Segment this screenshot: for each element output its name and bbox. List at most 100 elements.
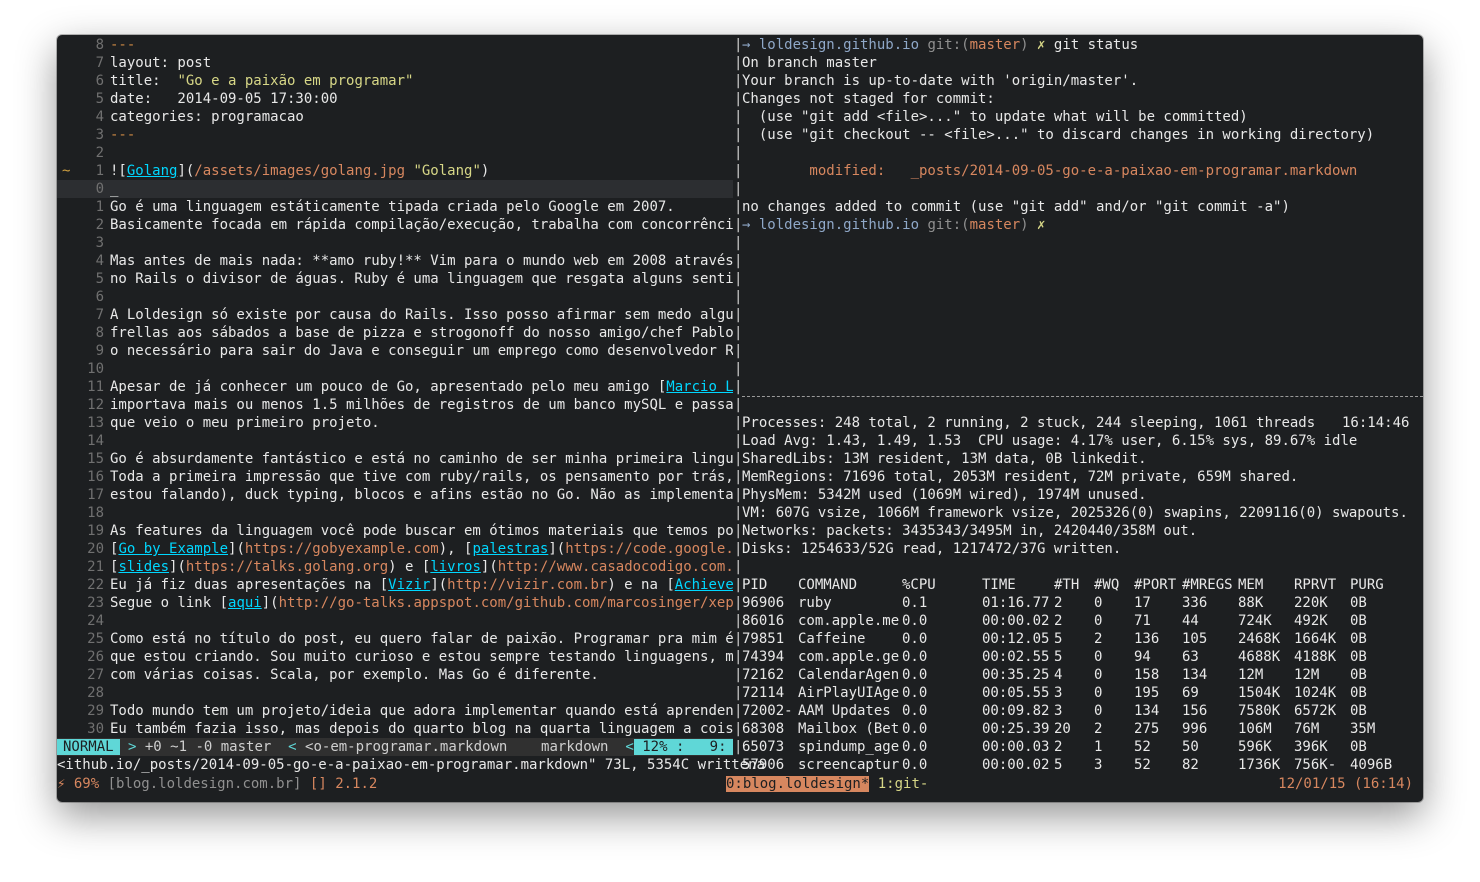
top-process-row: 72002- AAM Updates 0.0 00:09.82 3 0 134 156 7580… — [742, 702, 1423, 720]
top-cell: 6572K — [1294, 703, 1337, 719]
line-number: 19 — [87, 523, 104, 539]
top-cell: 71 — [1134, 613, 1151, 629]
text-segment[interactable]: Golang — [127, 163, 178, 179]
vim-line[interactable]: 21 [slides](https://talks.golang.org) e [… — [57, 558, 733, 576]
text-segment[interactable]: livros — [430, 559, 481, 575]
terminal-window[interactable]: 8 --- 7 layout: post 6 title: "Go e a paixão … — [57, 35, 1423, 802]
text-segment[interactable]: palestras — [472, 541, 548, 557]
text-segment[interactable]: AchieveMore — [675, 577, 733, 593]
text-segment: http://vizir.com.br — [447, 577, 608, 593]
vim-line[interactable]: 23 Segue o link [aqui](http://go-talks.ap… — [57, 594, 733, 612]
vim-line[interactable]: 29 Todo mundo tem um projeto/ideia que ad… — [57, 702, 733, 720]
vim-line[interactable]: 6 title: "Go e a paixão em programar" — [57, 72, 733, 90]
top-cell: 79851 — [742, 631, 785, 647]
top-process-row: 72114 AirPlayUIAge 0.0 00:05.55 3 0 195 69 1504K… — [742, 684, 1423, 702]
top-cell: 72114 — [742, 685, 785, 701]
text-segment: --- — [110, 37, 136, 53]
vim-line[interactable]: 16 Toda a primeira impressão que tive com… — [57, 468, 733, 486]
top-cell: 88K — [1238, 595, 1264, 611]
top-cell: 596K — [1238, 739, 1272, 755]
line-number: 10 — [87, 361, 104, 377]
text-segment: Go é absurdamente fantástico e está no c… — [110, 451, 733, 467]
top-cell: 158 — [1134, 667, 1160, 683]
vim-line[interactable]: 15 Go é absurdamente fantástico e está no… — [57, 450, 733, 468]
line-number: 28 — [87, 685, 104, 701]
top-cell: 00:35.25 — [982, 667, 1050, 683]
vim-line[interactable]: 3 --- — [57, 126, 733, 144]
vim-line[interactable]: 5 no Rails o divisor de águas. Ruby é uma… — [57, 270, 733, 288]
vim-line[interactable]: 24 — [57, 612, 733, 630]
vim-line[interactable]: 19 As features da linguagem você pode bus… — [57, 522, 733, 540]
vim-line[interactable]: 8 frellas aos sábados a base de pizza e s… — [57, 324, 733, 342]
top-cell: 74394 — [742, 649, 785, 665]
top-summary-line: Disks: 1254633/52G read, 1217472/37G wri… — [742, 541, 1122, 557]
vim-line[interactable]: 11 Apesar de já conhecer um pouco de Go, … — [57, 378, 733, 396]
battery-indicator: ⚡ 69% — [57, 776, 100, 792]
git-line: Your branch is up-to-date with 'origin/m… — [742, 72, 1423, 90]
top-cell: 35M — [1350, 721, 1376, 737]
vim-line[interactable]: 7 A Loldesign só existe por causa do Rail… — [57, 306, 733, 324]
vim-line[interactable]: ~1 ![Golang](/assets/images/golang.jpg "G… — [57, 162, 733, 180]
vim-line[interactable]: 13 que veio o meu primeiro projeto. — [57, 414, 733, 432]
text-segment[interactable]: aqui — [228, 595, 262, 611]
vim-line[interactable]: 25 Como está no título do post, eu quero … — [57, 630, 733, 648]
top-cell: 0 — [1094, 667, 1103, 683]
top-cell: 0B — [1350, 649, 1367, 665]
top-cell: Mailbox (Bet — [798, 721, 900, 737]
top-summary-line: Processes: 248 total, 2 running, 2 stuck… — [742, 415, 1316, 431]
tmux-status-bar: ⚡ 69% [blog.loldesign.com.br] [] 2.1.2 0:… — [57, 775, 1423, 793]
vim-line[interactable]: 8 --- — [57, 36, 733, 54]
top-cell: 0.0 — [902, 667, 928, 683]
top-cell: 0B — [1350, 631, 1367, 647]
top-process-row: 65073 spindump_age 0.0 00:00.03 2 1 52 50 596K 39… — [742, 738, 1423, 756]
vim-line[interactable]: 4 Mas antes de mais nada: **amo ruby!** V… — [57, 252, 733, 270]
separator-char: | — [734, 271, 743, 287]
git-line: Changes not staged for commit: — [742, 90, 1423, 108]
tmux-window-other[interactable]: 1:git- — [869, 776, 929, 792]
text-segment[interactable]: Go by Example — [118, 541, 228, 557]
vim-line[interactable]: 30 Eu também fazia isso, mas depois do qu… — [57, 720, 733, 738]
top-cell: 4096B — [1350, 757, 1393, 773]
vim-line[interactable]: 26 que estou criando. Sou muito curioso e… — [57, 648, 733, 666]
line-number: 4 — [95, 109, 104, 125]
text-segment: (use "git checkout -- <file>..." to disc… — [742, 127, 1375, 143]
vim-line[interactable]: 14 — [57, 432, 733, 450]
vim-line[interactable]: 10 — [57, 360, 733, 378]
tmux-host: [blog.loldesign.com.br] — [107, 776, 302, 792]
line-number: 7 — [95, 307, 104, 323]
vim-line[interactable]: 0 _ — [57, 180, 733, 198]
text-segment[interactable]: slides — [118, 559, 169, 575]
vim-line[interactable]: 6 — [57, 288, 733, 306]
top-cell: 275 — [1134, 721, 1160, 737]
vim-line[interactable]: 1 Go é uma linguagem estáticamente tipada… — [57, 198, 733, 216]
text-segment: ) — [480, 163, 490, 179]
text-segment: Mas antes de mais nada: **amo ruby!** Vi… — [110, 253, 733, 269]
vim-line[interactable]: 17 estou falando), duck typing, blocos e … — [57, 486, 733, 504]
tmux-window-active[interactable]: 0:blog.loldesign* — [726, 776, 870, 792]
top-cell: 00:09.82 — [982, 703, 1050, 719]
top-cell: 134 — [1134, 703, 1160, 719]
vim-line[interactable]: 20 [Go by Example](https://gobyexample.co… — [57, 540, 733, 558]
git-line: (use "git add <file>..." to update what … — [742, 108, 1423, 126]
pane-separator[interactable]: | | | | | | | | | | | | | | | | | | | | | | | | | | | | | | | | | | | | | | | | — [734, 35, 742, 765]
top-cell: 2468K — [1238, 631, 1281, 647]
vim-line[interactable]: 4 categories: programacao — [57, 108, 733, 126]
vim-line[interactable]: 27 com várias coisas. Scala, por exemplo.… — [57, 666, 733, 684]
vim-line[interactable]: 2 — [57, 144, 733, 162]
vim-line[interactable]: 3 — [57, 234, 733, 252]
vim-line[interactable]: 7 layout: post — [57, 54, 733, 72]
vim-line[interactable]: 22 Eu já fiz duas apresentações na [Vizir… — [57, 576, 733, 594]
text-segment: que estou criando. Sou muito curioso e e… — [110, 649, 733, 665]
vim-line[interactable]: 2 Basicamente focada em rápida compilação… — [57, 216, 733, 234]
vim-cmdline[interactable]: <ithub.io/_posts/2014-09-05-go-e-a-paixa… — [57, 756, 765, 774]
text-segment[interactable]: Marcio Lopes — [666, 379, 733, 395]
text-segment[interactable]: Vizir — [388, 577, 430, 593]
vim-line[interactable]: 9 o necessário para sair do Java e conseg… — [57, 342, 733, 360]
top-cell: 3 — [1094, 757, 1103, 773]
vim-line[interactable]: 28 — [57, 684, 733, 702]
vim-line[interactable]: 12 importava mais ou menos 1.5 milhões de… — [57, 396, 733, 414]
pane-divider-horizontal[interactable] — [742, 396, 1423, 398]
vim-line[interactable]: 5 date: 2014-09-05 17:30:00 — [57, 90, 733, 108]
vim-line[interactable]: 18 — [57, 504, 733, 522]
top-cell: 50 — [1182, 739, 1199, 755]
